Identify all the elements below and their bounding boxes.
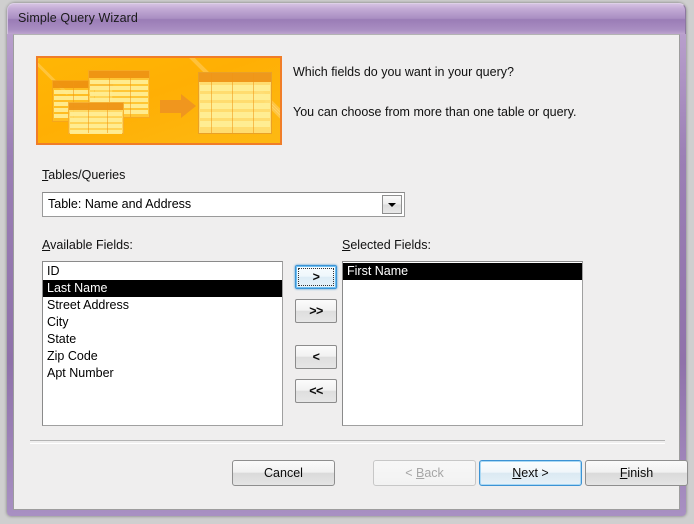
cancel-button-label: Cancel xyxy=(264,466,303,480)
remove-field-button[interactable]: < xyxy=(295,345,337,369)
list-item[interactable]: First Name xyxy=(343,263,582,280)
tables-queries-label-rest: ables/Queries xyxy=(48,168,126,182)
back-button-prefix: < xyxy=(405,466,416,480)
available-fields-accel: A xyxy=(42,238,51,252)
next-button-accel: N xyxy=(512,466,522,480)
add-all-fields-button[interactable]: >> xyxy=(295,299,337,323)
tables-queries-value: Table: Name and Address xyxy=(48,197,192,211)
list-item[interactable]: City xyxy=(43,314,282,331)
back-button-label-rest: ack xyxy=(424,466,444,480)
tables-queries-label: Tables/Queries xyxy=(42,168,125,182)
cancel-button[interactable]: Cancel xyxy=(232,460,335,486)
back-button: < Back xyxy=(373,460,476,486)
next-button-label-rest: ext > xyxy=(521,466,549,480)
finish-button[interactable]: Finish xyxy=(585,460,688,486)
list-item[interactable]: ID xyxy=(43,263,282,280)
chevron-down-icon[interactable] xyxy=(382,195,402,214)
banner-table-icon xyxy=(68,102,124,134)
available-fields-label: Available Fields: xyxy=(42,238,133,252)
list-item[interactable]: State xyxy=(43,331,282,348)
remove-all-fields-button[interactable]: << xyxy=(295,379,337,403)
dialog-window: Simple Query Wizard Which fields do you … xyxy=(7,3,688,516)
next-button[interactable]: Next > xyxy=(479,460,582,486)
available-fields-listbox[interactable]: ID Last Name Street Address City State Z… xyxy=(42,261,283,426)
window-title: Simple Query Wizard xyxy=(18,11,138,25)
available-fields-label-rest: vailable Fields: xyxy=(50,238,133,252)
remove-all-fields-label: << xyxy=(309,384,323,398)
prompt-secondary: You can choose from more than one table … xyxy=(293,105,577,119)
selected-fields-label-rest: elected Fields: xyxy=(350,238,431,252)
list-item[interactable]: Street Address xyxy=(43,297,282,314)
footer-separator xyxy=(30,440,665,444)
tables-queries-combobox[interactable]: Table: Name and Address xyxy=(42,192,405,217)
selected-fields-listbox[interactable]: First Name xyxy=(342,261,583,426)
title-bar[interactable]: Simple Query Wizard xyxy=(7,3,686,34)
dialog-client-area: Which fields do you want in your query? … xyxy=(13,34,688,510)
add-field-button[interactable]: > xyxy=(295,265,337,289)
add-all-fields-label: >> xyxy=(309,304,323,318)
prompt-primary: Which fields do you want in your query? xyxy=(293,65,514,79)
list-item[interactable]: Zip Code xyxy=(43,348,282,365)
list-item[interactable]: Apt Number xyxy=(43,365,282,382)
list-item[interactable]: Last Name xyxy=(43,280,282,297)
add-field-label: > xyxy=(312,270,320,284)
wizard-banner-image xyxy=(36,56,282,145)
selected-fields-label: Selected Fields: xyxy=(342,238,431,252)
remove-field-label: < xyxy=(312,350,320,364)
finish-button-label-rest: inish xyxy=(627,466,654,480)
banner-result-table-icon xyxy=(198,72,272,134)
